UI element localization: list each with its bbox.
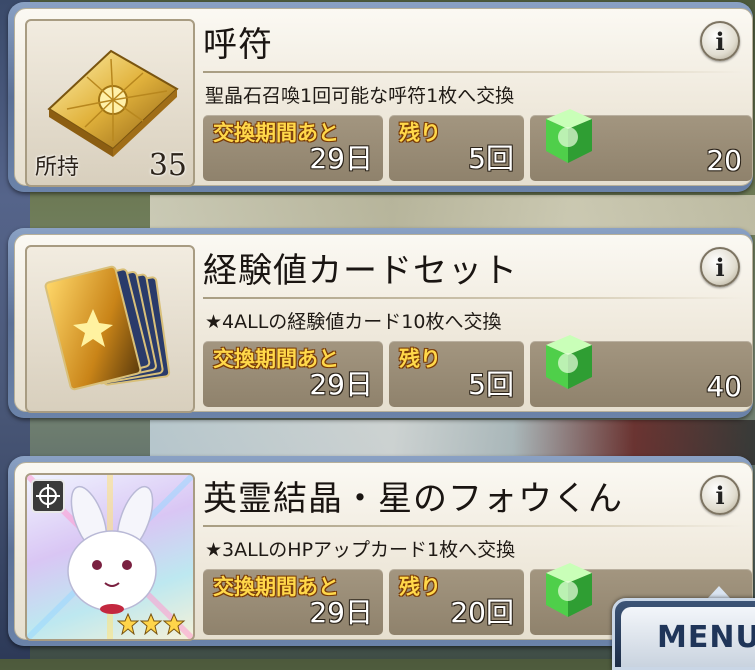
class-emblem-icon	[31, 479, 65, 513]
info-icon: i	[715, 480, 725, 510]
green-cube-icon	[546, 335, 592, 389]
cost-box: 40	[530, 335, 752, 407]
shop-item-panel: 所持 35 呼符 i 聖晶石召喚1回可能な呼符1枚へ交換 交換期間あと 29日 …	[14, 8, 753, 187]
item-description: ★4ALLの経験値カード10枚へ交換	[205, 311, 502, 333]
green-cube-icon	[546, 563, 592, 617]
cost-box: 20	[530, 109, 752, 181]
exchange-period-box: 交換期間あと 29日	[203, 115, 383, 181]
cost-value: 40	[706, 370, 742, 403]
divider	[203, 71, 744, 73]
green-cube-icon	[546, 109, 592, 163]
item-thumbnail	[25, 473, 195, 641]
exchange-period-value: 29日	[309, 368, 373, 401]
remaining-value: 5回	[468, 368, 514, 401]
item-name: 英霊結晶・星のフォウくん	[203, 479, 623, 519]
info-button[interactable]: i	[700, 21, 740, 61]
remaining-value: 20回	[450, 596, 514, 629]
remaining-value: 5回	[468, 142, 514, 175]
shop-item-summon-ticket[interactable]: 所持 35 呼符 i 聖晶石召喚1回可能な呼符1枚へ交換 交換期間あと 29日 …	[8, 2, 753, 192]
remaining-label: 残り	[399, 347, 441, 371]
info-button[interactable]: i	[700, 247, 740, 287]
menu-button-face: MENU	[621, 607, 755, 667]
exchange-period-value: 29日	[309, 142, 373, 175]
owned-label: 所持	[35, 155, 80, 180]
exp-card-stack-icon	[44, 265, 171, 391]
owned-count: 35	[148, 148, 187, 183]
rarity-stars-icon	[117, 613, 186, 635]
item-description: 聖晶石召喚1回可能な呼符1枚へ交換	[205, 85, 515, 107]
exchange-period-box: 交換期間あと 29日	[203, 569, 383, 635]
remaining-box: 残り 5回	[389, 115, 524, 181]
divider	[203, 525, 744, 527]
menu-label: MENU	[657, 619, 755, 655]
exchange-period-box: 交換期間あと 29日	[203, 341, 383, 407]
remaining-box: 残り 5回	[389, 341, 524, 407]
info-button[interactable]: i	[700, 475, 740, 515]
item-name: 経験値カードセット	[203, 251, 518, 291]
remaining-label: 残り	[399, 575, 441, 599]
remaining-label: 残り	[399, 121, 441, 145]
remaining-box: 残り 20回	[389, 569, 524, 635]
item-thumbnail: 所持 35	[25, 19, 195, 187]
item-thumbnail	[25, 245, 195, 413]
item-description: ★3ALLのHPアップカード1枚へ交換	[205, 539, 516, 561]
info-icon: i	[715, 26, 725, 56]
divider	[203, 297, 744, 299]
exchange-period-value: 29日	[309, 596, 373, 629]
item-name: 呼符	[203, 25, 273, 65]
info-icon: i	[715, 252, 725, 282]
shop-item-panel: 経験値カードセット i ★4ALLの経験値カード10枚へ交換 交換期間あと 29…	[14, 234, 753, 413]
menu-button[interactable]: MENU	[612, 598, 755, 670]
menu-caret-icon	[708, 586, 730, 598]
cost-value: 20	[706, 144, 742, 177]
shop-item-exp-card-set[interactable]: 経験値カードセット i ★4ALLの経験値カード10枚へ交換 交換期間あと 29…	[8, 228, 753, 418]
